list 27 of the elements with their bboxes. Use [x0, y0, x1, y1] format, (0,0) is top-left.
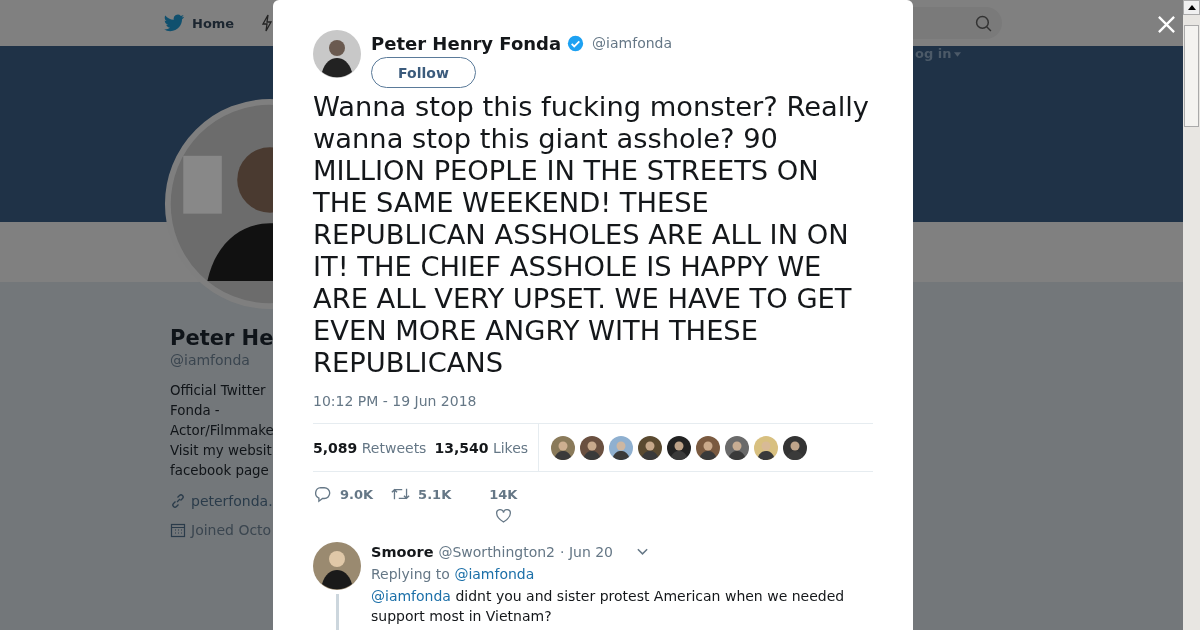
- reply-date[interactable]: · Jun 20: [560, 544, 614, 560]
- reply-author-name[interactable]: Smoore: [371, 544, 434, 560]
- retweet-button[interactable]: 5.1K: [391, 485, 452, 503]
- tweet-text: Wanna stop this fucking monster? Really wanna stop this giant asshole? 90 MILLION PEOPLE IN THE STREETS ON THE SAME WEEKEND! THESE REPUBLICAN ASSHOLES ARE ALL IN ON IT! THE CHIEF ASSHOLE IS HAPPY WE ARE ALL VERY UPSET. WE HAVE TO GET EVEN MORE ANGRY WITH THESE REPUBLICANS: [313, 91, 870, 379]
- tweet-timestamp[interactable]: 10:12 PM - 19 Jun 2018: [313, 393, 873, 409]
- bio-text: facebook page: [170, 462, 269, 480]
- stat-link[interactable]: 13,540 Likes: [434, 439, 529, 456]
- like-button[interactable]: 14K: [489, 485, 518, 524]
- bio-text: Official Twitter: [170, 382, 266, 400]
- mention-link[interactable]: @iamfonda: [454, 566, 535, 582]
- joined-date: Joined Octo: [191, 522, 272, 538]
- reply-text: @iamfonda didnt you and sister protest American when we needed support most in Vietnam?: [371, 587, 846, 626]
- profile-name: Peter He: [170, 326, 274, 350]
- bio-text: Visit my websit: [170, 442, 272, 460]
- reply-author-handle[interactable]: @Sworthington2: [438, 544, 555, 560]
- author-handle[interactable]: @iamfonda: [592, 35, 673, 51]
- reply-button[interactable]: 9.0K: [313, 485, 374, 503]
- bio-text: Fonda -: [170, 402, 220, 420]
- home-link[interactable]: Home: [192, 15, 235, 31]
- website-link[interactable]: peterfonda.: [191, 493, 273, 509]
- stat-link[interactable]: 5,089 Retweets: [313, 439, 427, 456]
- profile-handle: @iamfonda: [170, 352, 250, 368]
- bio-text: Actor/Filmmake: [170, 422, 274, 440]
- follow-button[interactable]: Follow: [371, 57, 476, 88]
- mention-link[interactable]: @iamfonda: [371, 588, 451, 604]
- author-name[interactable]: Peter Henry Fonda: [371, 32, 562, 54]
- replying-to-label: Replying to: [371, 566, 450, 582]
